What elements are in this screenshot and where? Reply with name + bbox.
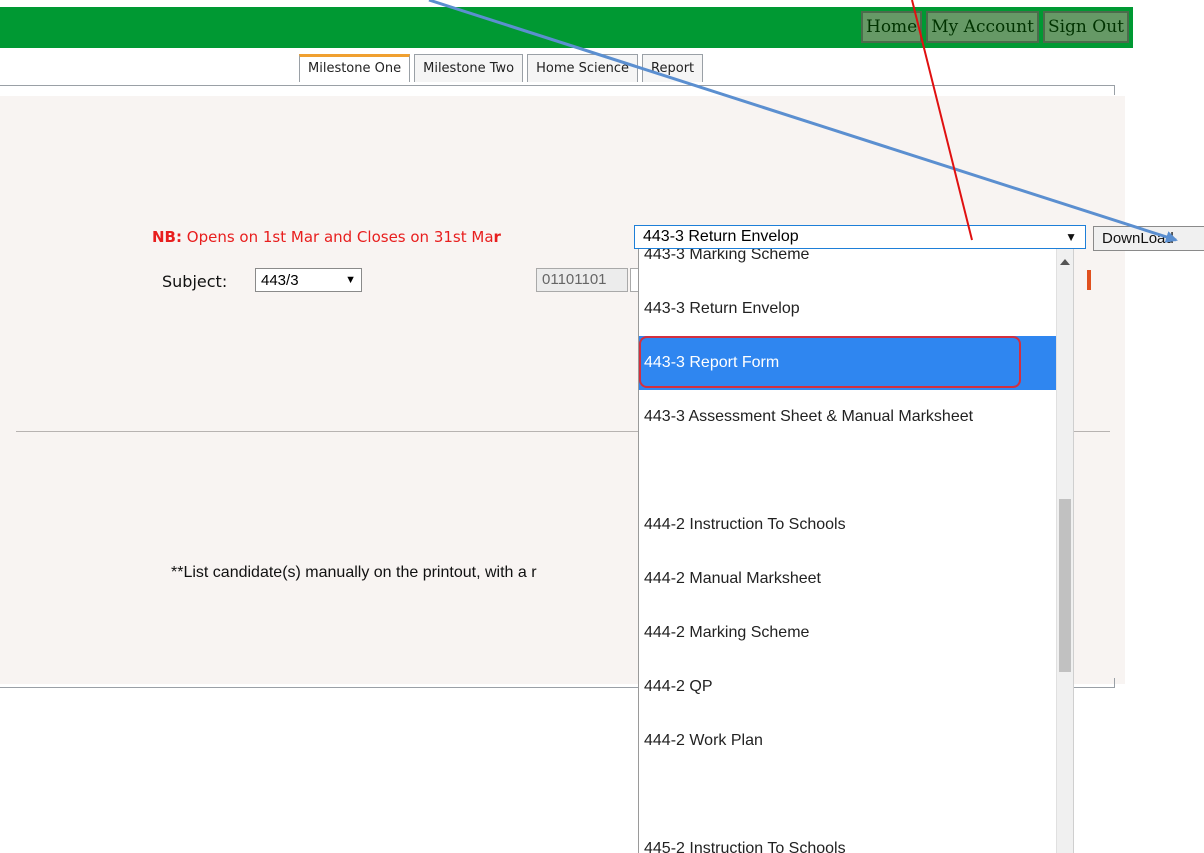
- tab-underline: [0, 85, 1115, 86]
- my-account-link[interactable]: My Account: [926, 11, 1039, 43]
- subject-select-value: 443/3: [261, 271, 299, 289]
- sign-out-link[interactable]: Sign Out: [1042, 11, 1129, 43]
- dropdown-option[interactable]: 443-3 Marking Scheme: [639, 249, 1057, 282]
- document-select-value: 443-3 Return Envelop: [643, 228, 799, 245]
- panel-corner-top: [1114, 85, 1115, 95]
- subject-arrow-icon: ▼: [345, 274, 356, 286]
- orange-marker: [1087, 270, 1091, 290]
- dropdown-option[interactable]: 444-2 Work Plan: [639, 714, 1057, 768]
- document-select[interactable]: 443-3 Return Envelop ▼: [634, 225, 1086, 249]
- notice-prefix: NB:: [152, 228, 182, 246]
- subject-label: Subject:: [162, 272, 228, 291]
- document-dropdown-list[interactable]: 443-3 Marking Scheme 443-3 Return Envelop…: [638, 249, 1074, 853]
- scrollbar-thumb[interactable]: [1059, 499, 1071, 672]
- top-nav: Home My Account Sign Out: [861, 11, 1129, 43]
- tab-milestone-two[interactable]: Milestone Two: [414, 54, 524, 82]
- tab-home-science[interactable]: Home Science: [527, 54, 639, 82]
- notice-body: Opens on 1st Mar and Closes on 31st Ma: [182, 228, 494, 246]
- top-bar: Home My Account Sign Out: [0, 7, 1133, 48]
- dropdown-option[interactable]: 444-2 QP: [639, 660, 1057, 714]
- tab-bar: Milestone One Milestone Two Home Science…: [299, 54, 704, 82]
- select-arrow-icon: ▼: [1065, 230, 1077, 244]
- dropdown-option[interactable]: 443-3 Return Envelop: [639, 282, 1057, 336]
- dropdown-option[interactable]: 444-2 Instruction To Schools: [639, 498, 1057, 552]
- dropdown-option[interactable]: [639, 768, 1057, 822]
- notice-suffix: r: [493, 228, 501, 246]
- tab-report[interactable]: Report: [642, 54, 704, 82]
- download-button[interactable]: DownLoad: [1093, 226, 1204, 251]
- subject-select[interactable]: 443/3 ▼: [255, 268, 362, 292]
- dropdown-scrollbar[interactable]: [1056, 249, 1073, 853]
- dropdown-option[interactable]: [639, 444, 1057, 498]
- home-link[interactable]: Home: [861, 11, 923, 43]
- list-note: **List candidate(s) manually on the prin…: [171, 564, 537, 581]
- notice-text: NB: Opens on 1st Mar and Closes on 31st …: [152, 228, 501, 246]
- dropdown-option[interactable]: 443-3 Report Form: [639, 336, 1057, 390]
- dropdown-option[interactable]: 443-3 Assessment Sheet & Manual Markshee…: [639, 390, 1057, 444]
- panel-corner-bottom: [1114, 678, 1115, 688]
- dropdown-option[interactable]: 444-2 Marking Scheme: [639, 606, 1057, 660]
- center-number-input[interactable]: 01101101: [536, 268, 628, 292]
- dropdown-option[interactable]: 444-2 Manual Marksheet: [639, 552, 1057, 606]
- tab-milestone-one[interactable]: Milestone One: [299, 54, 411, 82]
- dropdown-option[interactable]: 445-2 Instruction To Schools: [639, 822, 1057, 853]
- scroll-up-icon[interactable]: [1060, 259, 1070, 265]
